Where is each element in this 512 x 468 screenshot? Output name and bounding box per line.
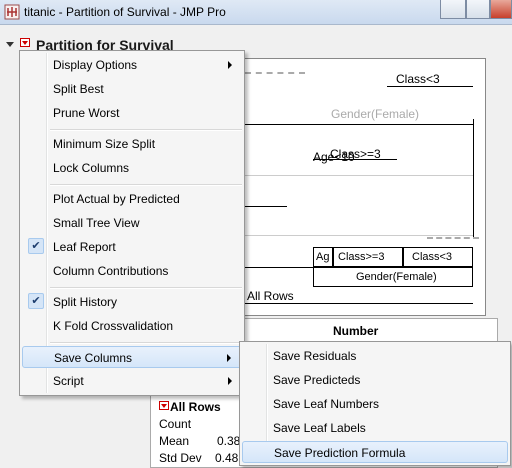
menu-item-leaf-report[interactable]: ✔ Leaf Report xyxy=(22,236,242,258)
menu-item-display-options[interactable]: Display Options xyxy=(22,54,242,76)
close-button[interactable] xyxy=(490,0,512,19)
menu-item-k-fold-crossvalidation[interactable]: K Fold Crossvalidation xyxy=(22,315,242,337)
menu-item-save-prediction-formula[interactable]: Save Prediction Formula xyxy=(242,441,508,463)
menu-item-save-leaf-labels[interactable]: Save Leaf Labels xyxy=(242,417,508,439)
menu-item-small-tree-view[interactable]: Small Tree View xyxy=(22,212,242,234)
checkmark-icon: ✔ xyxy=(28,238,44,254)
menu-item-split-best[interactable]: Split Best xyxy=(22,78,242,100)
menu-item-save-columns[interactable]: Save Columns xyxy=(22,346,242,368)
mean-label: Mean xyxy=(159,434,190,448)
menu-item-save-residuals[interactable]: Save Residuals xyxy=(242,345,508,367)
window-title: titanic - Partition of Survival - JMP Pr… xyxy=(24,5,226,19)
title-bar: titanic - Partition of Survival - JMP Pr… xyxy=(0,0,512,25)
tree-node-all-rows[interactable]: All Rows xyxy=(247,289,294,303)
stddev-label: Std Dev xyxy=(159,451,202,465)
menu-item-plot-actual-by-predicted[interactable]: Plot Actual by Predicted xyxy=(22,188,242,210)
save-columns-submenu: Save Residuals Save Predicteds Save Leaf… xyxy=(239,341,511,466)
menu-item-column-contributions[interactable]: Column Contributions xyxy=(22,260,242,282)
red-triangle-context-menu: Display Options Split Best Prune Worst M… xyxy=(19,50,245,396)
split-label-class-lt3: Class<3 xyxy=(396,72,440,86)
window-controls xyxy=(440,0,512,20)
minimize-button[interactable] xyxy=(440,0,466,19)
checkmark-icon: ✔ xyxy=(28,293,44,309)
menu-item-save-leaf-numbers[interactable]: Save Leaf Numbers xyxy=(242,393,508,415)
submenu-arrow-icon xyxy=(228,377,232,385)
menu-item-minimum-size-split[interactable]: Minimum Size Split xyxy=(22,133,242,155)
submenu-arrow-icon xyxy=(227,354,231,362)
tree-node-gender-female[interactable]: Gender(Female) xyxy=(313,267,473,287)
menu-item-script[interactable]: Script xyxy=(22,370,242,392)
partition-plot-panel: Class<3 Gender(Female) Age<10 Class>=3 A… xyxy=(236,58,486,316)
count-label: Count xyxy=(159,417,192,431)
all-rows-section-title: All Rows xyxy=(170,400,221,414)
tree-node-class-lt3[interactable]: Class<3 xyxy=(403,247,473,267)
submenu-arrow-icon xyxy=(228,61,232,69)
menu-item-lock-columns[interactable]: Lock Columns xyxy=(22,157,242,179)
tree-node-class-ge3[interactable]: Class>=3 xyxy=(333,247,403,267)
mean-value: 0.38 xyxy=(217,434,241,448)
jmp-app-icon[interactable] xyxy=(4,4,20,20)
maximize-button[interactable] xyxy=(466,0,490,19)
menu-item-split-history[interactable]: ✔ Split History xyxy=(22,291,242,313)
menu-item-save-predicteds[interactable]: Save Predicteds xyxy=(242,369,508,391)
split-label-gender-female: Gender(Female) xyxy=(331,107,420,121)
menu-item-prune-worst[interactable]: Prune Worst xyxy=(22,102,242,124)
column-header-number: Number xyxy=(333,324,379,338)
tree-node-age[interactable]: Ag xyxy=(313,247,333,267)
